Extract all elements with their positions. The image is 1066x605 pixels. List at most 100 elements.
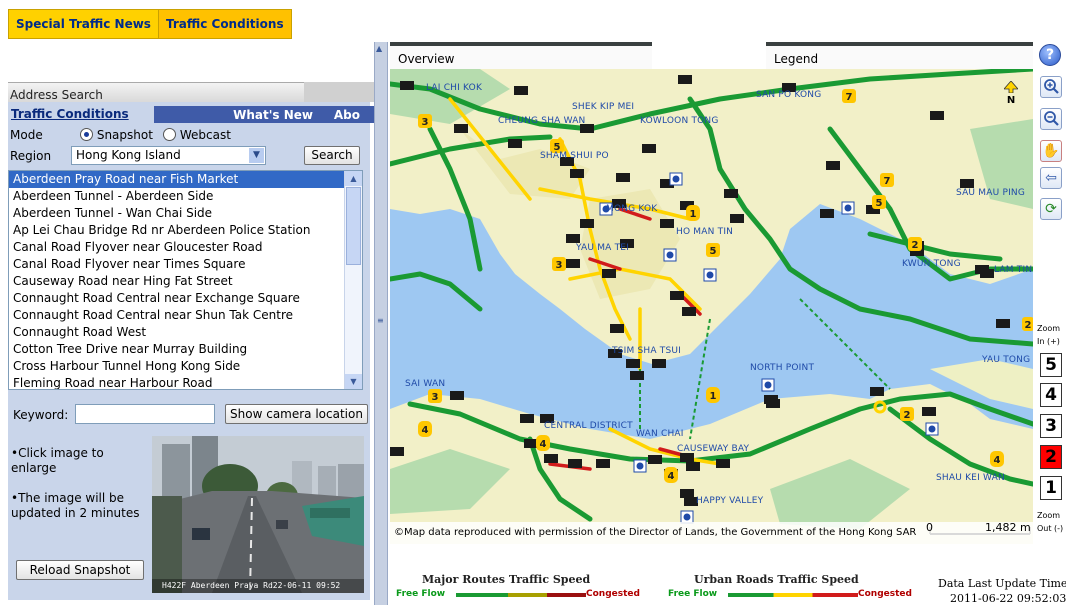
search-button[interactable]: Search <box>304 146 360 165</box>
pan-hand-icon[interactable]: ✋ <box>1040 140 1062 162</box>
urban-roads-scale: Free Flow Congested <box>668 589 914 601</box>
zoom-in-label: Zoom In (+) <box>1037 324 1061 346</box>
overview-tab[interactable]: Overview <box>390 42 652 69</box>
svg-text:3: 3 <box>556 260 563 271</box>
webcast-label: Webcast <box>179 128 231 142</box>
list-item[interactable]: Connaught Road West <box>9 324 362 341</box>
camera-scene <box>152 436 364 593</box>
list-item[interactable]: Aberdeen Tunnel - Aberdeen Side <box>9 188 362 205</box>
region-select[interactable]: Hong Kong Island ▼ <box>71 146 266 165</box>
north-label: N <box>1006 95 1016 106</box>
map-copyright: ©Map data reproduced with permission of … <box>390 521 1033 544</box>
traffic-conditions-bar: Traffic Conditions What's New Abo <box>8 106 374 123</box>
map-label: SHAU KEI WAN <box>936 473 1005 483</box>
webcast-radio[interactable] <box>163 128 176 141</box>
list-item[interactable]: Connaught Road Central near Shun Tak Cen… <box>9 307 362 324</box>
map-label: LAM TIN <box>994 265 1033 275</box>
snapshot-radio[interactable] <box>80 128 93 141</box>
zoom-level-2[interactable]: 2 <box>1040 445 1062 469</box>
list-scrollbar[interactable]: ▲ ▼ <box>344 171 362 389</box>
map-label: WAN CHAI <box>636 429 684 439</box>
urban-speed-bar <box>728 593 858 597</box>
keyword-label: Keyword: <box>13 408 69 422</box>
map-label: SHAM SHUI PO <box>540 151 609 161</box>
about-link[interactable]: Abo <box>334 108 360 122</box>
zoom-level-3[interactable]: 3 <box>1040 414 1062 438</box>
zoom-level-4[interactable]: 4 <box>1040 383 1062 407</box>
list-item[interactable]: Causeway Road near Hing Fat Street <box>9 273 362 290</box>
svg-text:2: 2 <box>1025 320 1032 331</box>
map-label: TSIM SHA TSUI <box>612 346 682 356</box>
svg-text:5: 5 <box>876 198 883 209</box>
map-label: CENTRAL DISTRICT <box>544 421 633 431</box>
map-label: NORTH POINT <box>750 363 815 373</box>
svg-text:4: 4 <box>540 439 547 450</box>
major-speed-bar <box>456 593 586 597</box>
update-time-label: Data Last Update Time <box>938 577 1066 590</box>
copyright-text: ©Map data reproduced with permission of … <box>394 527 917 538</box>
back-arrow-icon[interactable]: ⇦ <box>1040 167 1062 189</box>
help-icon[interactable]: ? <box>1039 44 1061 66</box>
show-camera-location-button[interactable]: Show camera location <box>225 404 368 424</box>
reload-snapshot-button[interactable]: Reload Snapshot <box>16 560 144 580</box>
map-label: SAU MAU PING <box>956 188 1026 198</box>
mode-snapshot-option[interactable]: Snapshot <box>80 128 153 142</box>
mode-label: Mode <box>10 128 43 142</box>
list-item[interactable]: Aberdeen Tunnel - Wan Chai Side <box>9 205 362 222</box>
tab-special-traffic-news[interactable]: Special Traffic News <box>9 10 158 38</box>
whats-new-link[interactable]: What's New <box>233 108 313 122</box>
svg-text:4: 4 <box>668 471 675 482</box>
list-item[interactable]: Ap Lei Chau Bridge Rd nr Aberdeen Police… <box>9 222 362 239</box>
tab-traffic-conditions[interactable]: Traffic Conditions <box>157 10 291 38</box>
camera-location-list[interactable]: Aberdeen Pray Road near Fish Market Aber… <box>8 170 363 390</box>
map-label: SHEK KIP MEI <box>572 102 635 112</box>
map-label: LAI CHI KOK <box>426 83 483 93</box>
splitter-grip-icon[interactable]: ≡ <box>377 316 384 325</box>
legend-tab[interactable]: Legend <box>766 42 1033 69</box>
traffic-map[interactable]: 3 7 5 7 5 1 5 3 2 2 3 1 4 4 4 4 2 LAI CH… <box>390 69 1033 544</box>
list-item[interactable]: Cotton Tree Drive near Murray Building <box>9 341 362 358</box>
chevron-down-icon[interactable]: ▼ <box>345 374 362 389</box>
list-item[interactable]: Cross Harbour Tunnel Hong Kong Side <box>9 358 362 375</box>
keyword-input[interactable] <box>75 404 215 424</box>
free-flow-label: Free Flow <box>396 589 446 599</box>
list-item[interactable]: Connaught Road Central near Exchange Squ… <box>9 290 362 307</box>
region-value: Hong Kong Island <box>76 148 181 162</box>
scroll-thumb[interactable] <box>346 187 361 265</box>
map-label: CHEUNG SHA WAN <box>498 116 586 126</box>
zoom-level-1[interactable]: 1 <box>1040 476 1062 500</box>
chevron-down-icon[interactable]: ▼ <box>249 148 264 163</box>
list-item[interactable]: Canal Road Flyover near Times Square <box>9 256 362 273</box>
top-tabs: Special Traffic News Traffic Conditions <box>8 9 292 39</box>
north-arrow-icon: N <box>1003 80 1019 106</box>
note-click-image: •Click image to enlarge <box>11 446 104 475</box>
svg-text:2: 2 <box>912 240 919 251</box>
zoom-level-5[interactable]: 5 <box>1040 353 1062 377</box>
zoom-out-label: Zoom Out (-) <box>1037 511 1064 533</box>
region-label: Region <box>10 149 52 163</box>
major-routes-title: Major Routes Traffic Speed <box>422 573 591 586</box>
svg-text:7: 7 <box>884 176 891 187</box>
mode-webcast-option[interactable]: Webcast <box>163 128 231 142</box>
map-label: KWUN TONG <box>902 259 961 269</box>
zoom-in-icon[interactable] <box>1040 76 1062 98</box>
camera-snapshot-image[interactable]: H422F Aberdeen Praya Rd22-06-11 09:52 <box>152 436 364 593</box>
address-search-tab[interactable]: Address Search <box>8 82 304 102</box>
map-label: HO MAN TIN <box>676 227 734 237</box>
zoom-out-icon[interactable] <box>1040 108 1062 130</box>
svg-text:3: 3 <box>432 392 439 403</box>
list-item[interactable]: Aberdeen Pray Road near Fish Market <box>9 171 362 188</box>
map-label: CAUSEWAY BAY <box>677 444 750 454</box>
snapshot-label: Snapshot <box>96 128 153 142</box>
update-time-value: 2011-06-22 09:52:03 <box>950 592 1066 605</box>
svg-text:5: 5 <box>710 246 717 257</box>
chevron-up-icon[interactable]: ▲ <box>376 44 382 53</box>
list-item[interactable]: Canal Road Flyover near Gloucester Road <box>9 239 362 256</box>
map-label: KOWLOON TONG <box>640 116 719 126</box>
traffic-conditions-title[interactable]: Traffic Conditions <box>8 106 154 123</box>
chevron-up-icon[interactable]: ▲ <box>345 171 362 186</box>
svg-text:2: 2 <box>904 410 911 421</box>
list-item[interactable]: Fleming Road near Harbour Road <box>9 375 362 389</box>
refresh-icon[interactable]: ⟳ <box>1040 198 1062 220</box>
major-routes-scale: Free Flow Congested <box>396 589 642 601</box>
